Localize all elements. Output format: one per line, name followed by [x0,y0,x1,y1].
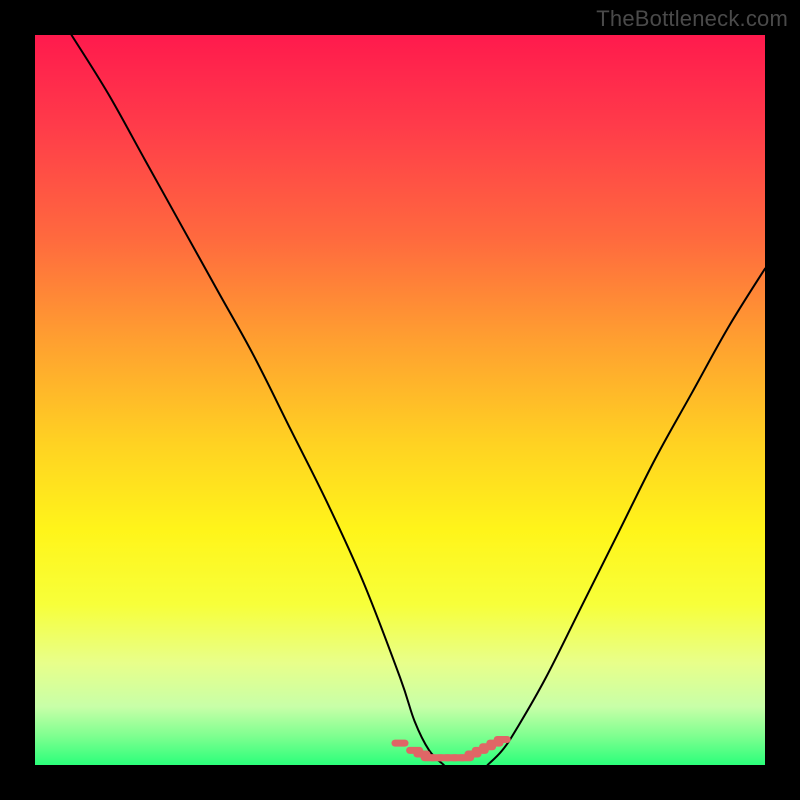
curve-left-branch [72,35,444,765]
curve-right-branch [488,269,765,765]
curve-layer [35,35,765,765]
valley-scatter [395,739,507,757]
watermark-text: TheBottleneck.com [596,6,788,32]
chart-frame: TheBottleneck.com [0,0,800,800]
plot-area [35,35,765,765]
